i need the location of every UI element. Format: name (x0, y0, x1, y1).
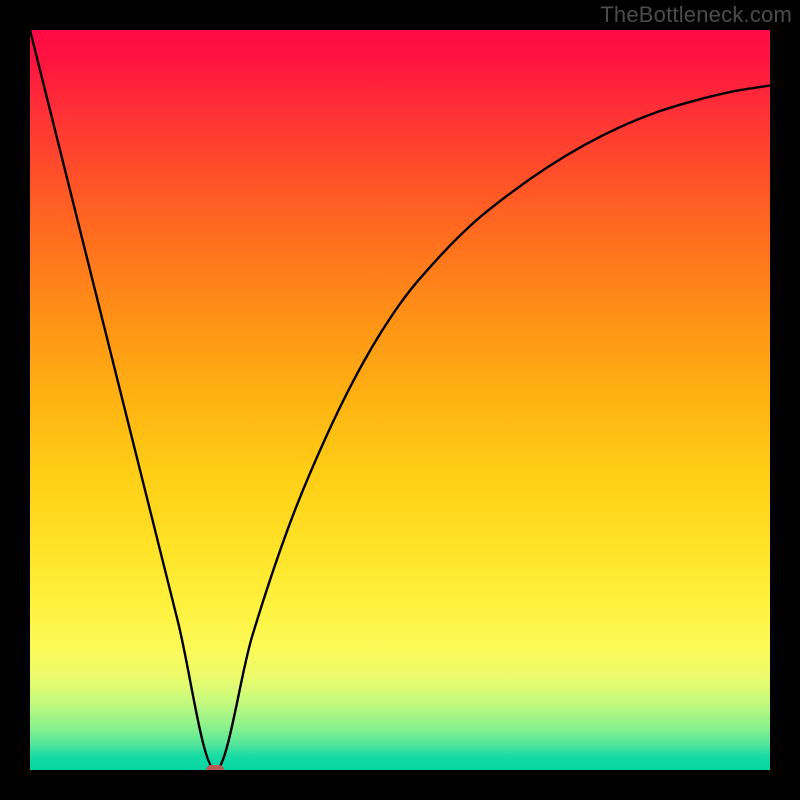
plot-area (30, 30, 770, 770)
watermark-text: TheBottleneck.com (600, 2, 792, 28)
chart-frame: TheBottleneck.com (0, 0, 800, 800)
minimum-marker (206, 765, 224, 770)
bottleneck-curve (30, 30, 770, 770)
